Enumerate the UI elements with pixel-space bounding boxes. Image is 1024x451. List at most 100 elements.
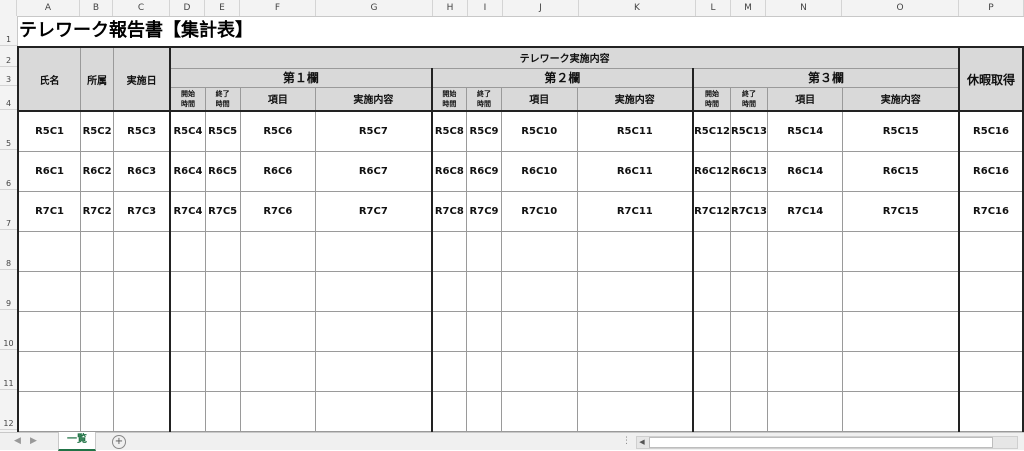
table-cell[interactable]: R6C14 [766,150,844,192]
table-cell[interactable]: R7C8 [430,190,468,232]
table-cell[interactable] [466,310,502,352]
column-header[interactable]: E [205,0,240,16]
row-header[interactable]: 11 [0,350,17,390]
table-cell[interactable] [958,390,1024,432]
table-cell[interactable]: R7C4 [169,190,206,232]
select-all-corner[interactable] [0,0,17,16]
row-header[interactable]: 3 [0,67,17,86]
table-cell[interactable] [501,310,578,352]
table-cell[interactable] [692,350,732,392]
table-cell[interactable]: R5C6 [239,110,317,152]
table-cell[interactable] [466,350,502,392]
table-cell[interactable] [239,230,317,272]
header-end-time-3[interactable]: 終了 時間 [730,86,768,112]
table-cell[interactable] [80,310,115,352]
table-cell[interactable] [204,310,241,352]
table-cell[interactable] [430,390,468,432]
table-cell[interactable] [169,270,206,312]
table-cell[interactable]: R6C15 [842,150,960,192]
table-cell[interactable]: R5C13 [730,110,768,152]
table-cell[interactable] [501,390,578,432]
header-end-time-1[interactable]: 終了 時間 [204,86,241,112]
table-cell[interactable] [315,310,433,352]
header-item-2[interactable]: 項目 [501,86,578,112]
table-cell[interactable] [113,230,171,272]
table-cell[interactable]: R5C7 [315,110,433,152]
table-cell[interactable]: R7C5 [204,190,241,232]
table-cell[interactable]: R7C16 [958,190,1024,232]
header-name[interactable]: 氏名 [17,46,82,112]
table-cell[interactable] [692,230,732,272]
row-header[interactable]: 12 [0,390,17,430]
column-header[interactable]: D [170,0,205,16]
header-start-time-3[interactable]: 開始 時間 [692,86,732,112]
table-cell[interactable] [692,390,732,432]
column-header[interactable]: P [959,0,1024,16]
table-cell[interactable] [204,270,241,312]
table-cell[interactable] [466,390,502,432]
column-header[interactable]: K [579,0,696,16]
table-cell[interactable] [466,230,502,272]
table-cell[interactable] [113,350,171,392]
table-cell[interactable]: R5C9 [466,110,502,152]
table-cell[interactable] [730,310,768,352]
table-cell[interactable] [430,350,468,392]
table-cell[interactable] [169,310,206,352]
header-start-time-2[interactable]: 開始 時間 [430,86,468,112]
table-cell[interactable]: R6C2 [80,150,115,192]
header-section-3[interactable]: 第３欄 [692,67,960,88]
column-header[interactable]: O [842,0,959,16]
sheet-title[interactable]: テレワーク報告書【集計表】 [19,17,253,44]
add-sheet-icon[interactable]: + [112,435,126,449]
table-cell[interactable] [958,310,1024,352]
table-cell[interactable]: R6C7 [315,150,433,192]
table-cell[interactable] [842,270,960,312]
header-item-1[interactable]: 項目 [239,86,317,112]
table-cell[interactable] [730,230,768,272]
table-cell[interactable]: R7C11 [576,190,694,232]
table-cell[interactable] [239,310,317,352]
table-cell[interactable] [766,390,844,432]
table-cell[interactable] [501,350,578,392]
column-header[interactable]: M [731,0,766,16]
table-cell[interactable] [842,350,960,392]
table-cell[interactable] [730,390,768,432]
table-cell[interactable]: R6C1 [17,150,82,192]
header-section-1[interactable]: 第１欄 [169,67,433,88]
table-cell[interactable]: R7C15 [842,190,960,232]
sheet-tab-ichiran[interactable]: 一覧 [58,432,96,451]
scrollbar-thumb[interactable] [649,437,993,448]
table-cell[interactable] [430,270,468,312]
scroll-left-icon[interactable]: ◀ [637,437,647,448]
table-cell[interactable]: R5C14 [766,110,844,152]
table-cell[interactable]: R5C16 [958,110,1024,152]
table-cell[interactable]: R6C5 [204,150,241,192]
header-start-time-1[interactable]: 開始 時間 [169,86,206,112]
next-sheet-icon[interactable]: ▶ [30,433,37,450]
table-cell[interactable] [730,270,768,312]
table-cell[interactable]: R5C5 [204,110,241,152]
table-cell[interactable] [766,350,844,392]
table-cell[interactable]: R6C11 [576,150,694,192]
header-dept[interactable]: 所属 [80,46,115,112]
table-cell[interactable] [204,230,241,272]
table-cell[interactable] [576,310,694,352]
table-cell[interactable] [315,230,433,272]
spreadsheet-grid[interactable]: ABCDEFGHIJKLMNOP 1 2 3 4 5 6 7 8 9 10 11 12 テレワーク報告… [0,0,1024,432]
row-header[interactable]: 9 [0,270,17,310]
column-header[interactable]: H [433,0,468,16]
table-cell[interactable]: R6C12 [692,150,732,192]
row-header[interactable]: 8 [0,230,17,270]
column-header[interactable]: N [766,0,842,16]
table-cell[interactable] [842,310,960,352]
table-cell[interactable] [766,310,844,352]
table-cell[interactable] [958,270,1024,312]
table-cell[interactable]: R6C9 [466,150,502,192]
column-header[interactable]: B [80,0,113,16]
table-cell[interactable]: R5C8 [430,110,468,152]
table-cell[interactable]: R7C6 [239,190,317,232]
table-cell[interactable]: R5C11 [576,110,694,152]
table-cell[interactable]: R6C3 [113,150,171,192]
column-header[interactable]: A [17,0,80,16]
table-cell[interactable] [239,270,317,312]
